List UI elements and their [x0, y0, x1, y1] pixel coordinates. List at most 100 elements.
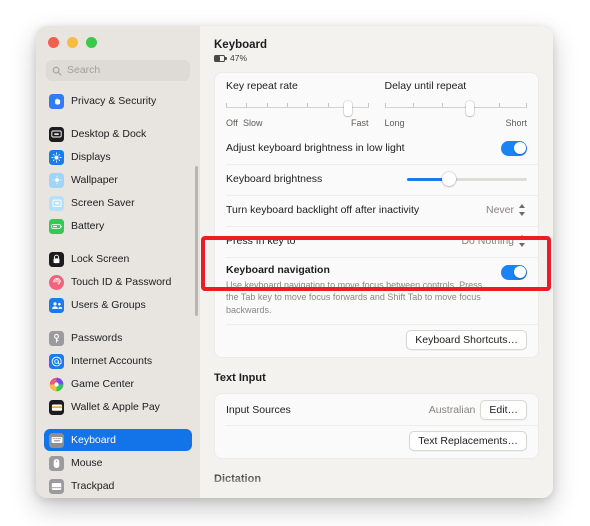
hand-raised-icon: [49, 93, 64, 109]
content-bottom-fade: [200, 472, 553, 498]
trackpad-icon: [49, 478, 64, 494]
key-repeat-rate-slider[interactable]: [226, 100, 369, 116]
keyboard-shortcuts-button[interactable]: Keyboard Shortcuts…: [406, 330, 527, 351]
input-sources-row: Input Sources Australian Edit…: [215, 394, 538, 425]
sidebar-divider: [44, 419, 192, 429]
sidebar-item-screen-saver[interactable]: Screen Saver: [44, 192, 192, 214]
sidebar-item-label: Wallet & Apple Pay: [71, 400, 160, 413]
zoom-button[interactable]: [86, 37, 97, 48]
delay-until-repeat-thumb[interactable]: [466, 100, 474, 116]
screenshot-root: Search Privacy & Security Desktop & Dock…: [0, 0, 590, 526]
content-pane: Keyboard 47% Key repeat rate Off Slow Fa…: [200, 26, 553, 498]
wallpaper-icon: [49, 172, 64, 188]
sidebar-item-keyboard[interactable]: Keyboard: [44, 429, 192, 451]
sidebar-item-game-center[interactable]: Game Center: [44, 373, 192, 395]
sidebar-item-label: Passwords: [71, 331, 123, 344]
sidebar-item-lock-screen[interactable]: Lock Screen: [44, 248, 192, 270]
sidebar-divider: [44, 238, 192, 248]
press-fn-value: Do Nothing: [461, 235, 514, 248]
text-input-card: Input Sources Australian Edit… Text Repl…: [214, 393, 539, 460]
keyboard-navigation-toggle[interactable]: [501, 264, 527, 280]
key-icon: [49, 330, 64, 346]
keyboard-shortcuts-row: Keyboard Shortcuts…: [215, 324, 538, 357]
adjust-brightness-row: Adjust keyboard brightness in low light: [215, 133, 538, 164]
at-sign-icon: [49, 353, 64, 369]
press-fn-stepper[interactable]: [519, 234, 527, 248]
sidebar-group-input-devices: Keyboard Mouse Trackpad: [44, 429, 192, 498]
minimize-button[interactable]: [67, 37, 78, 48]
text-replacements-button[interactable]: Text Replacements…: [409, 431, 527, 452]
keyboard-settings-card: Key repeat rate Off Slow Fast Delay unti…: [214, 71, 539, 359]
sidebar-item-label: Desktop & Dock: [71, 127, 147, 140]
mouse-icon: [49, 455, 64, 471]
sidebar-item-battery[interactable]: Battery: [44, 215, 192, 237]
keyboard-brightness-row: Keyboard brightness: [215, 163, 538, 195]
sidebar-item-trackpad[interactable]: Trackpad: [44, 475, 192, 497]
close-button[interactable]: [48, 37, 59, 48]
search-input[interactable]: Search: [46, 60, 190, 81]
delay-until-repeat-slider[interactable]: [384, 100, 527, 116]
system-settings-window: Search Privacy & Security Desktop & Dock…: [36, 26, 553, 498]
sidebar-item-internet-accounts[interactable]: Internet Accounts: [44, 350, 192, 372]
keyboard-brightness-label: Keyboard brightness: [226, 173, 323, 186]
keyboard-navigation-row: Keyboard navigation Use keyboard navigat…: [215, 256, 538, 324]
delay-until-repeat-labels: Long Short: [385, 118, 528, 129]
sidebar-item-users-groups[interactable]: Users & Groups: [44, 294, 192, 316]
sidebar-item-label: Game Center: [71, 377, 135, 390]
sidebar-item-touch-id[interactable]: Touch ID & Password: [44, 271, 192, 293]
battery-percent: 47%: [230, 53, 248, 64]
display-brightness-icon: [49, 149, 64, 165]
sidebar-item-wallet-apple-pay[interactable]: Wallet & Apple Pay: [44, 396, 192, 418]
edit-input-sources-button[interactable]: Edit…: [480, 399, 527, 420]
keyboard-brightness-slider[interactable]: [407, 172, 527, 187]
key-repeat-off-label: Off: [226, 117, 238, 128]
sidebar-item-label: Displays: [71, 150, 111, 163]
input-sources-label: Input Sources: [226, 403, 291, 416]
sidebar-item-displays[interactable]: Displays: [44, 146, 192, 168]
adjust-brightness-label: Adjust keyboard brightness in low light: [226, 142, 405, 155]
keyboard-icon: [49, 432, 64, 448]
adjust-brightness-toggle[interactable]: [501, 140, 527, 156]
keyboard-battery-status: 47%: [214, 54, 539, 63]
sidebar-divider: [44, 113, 192, 123]
sidebar-item-desktop-dock[interactable]: Desktop & Dock: [44, 123, 192, 145]
backlight-off-stepper[interactable]: [519, 203, 527, 217]
page-title: Keyboard: [214, 39, 268, 51]
fingerprint-icon: [49, 274, 64, 290]
backlight-off-value: Never: [485, 204, 514, 217]
sidebar-item-mouse[interactable]: Mouse: [44, 452, 192, 474]
key-repeat-rate-title: Key repeat rate: [226, 79, 298, 92]
lock-screen-icon: [49, 251, 64, 267]
key-repeat-slow-label: Slow: [243, 117, 263, 128]
press-fn-row: Press fn key to Do Nothing: [215, 225, 538, 257]
key-repeat-rate-labels: Off Slow Fast: [226, 118, 369, 129]
sidebar-item-label: Trackpad: [71, 479, 115, 492]
sidebar-item-privacy-security[interactable]: Privacy & Security: [44, 90, 192, 112]
backlight-off-label: Turn keyboard backlight off after inacti…: [226, 204, 420, 217]
text-replacements-row: Text Replacements…: [215, 425, 538, 458]
repeat-sliders-row: Key repeat rate Off Slow Fast Delay unti…: [215, 73, 538, 133]
text-input-section-title: Text Input: [214, 372, 266, 385]
sidebar-group-security: Lock Screen Touch ID & Password Users & …: [44, 248, 192, 316]
sidebar-item-label: Privacy & Security: [71, 94, 157, 107]
users-icon: [49, 297, 64, 313]
delay-until-repeat-group: Delay until repeat Long Short: [384, 80, 528, 129]
sidebar-item-label: Screen Saver: [71, 196, 135, 209]
keyboard-brightness-thumb[interactable]: [442, 172, 456, 187]
sidebar-divider: [44, 317, 192, 327]
sidebar-scrollbar[interactable]: [195, 166, 198, 316]
sidebar-item-label: Keyboard: [71, 433, 116, 446]
sidebar-item-label: Users & Groups: [71, 298, 146, 311]
sidebar-item-passwords[interactable]: Passwords: [44, 327, 192, 349]
keyboard-navigation-title: Keyboard navigation: [226, 263, 330, 276]
input-sources-value: Australian: [428, 403, 476, 416]
sidebar-item-label: Mouse: [71, 456, 103, 469]
game-center-icon: [49, 376, 64, 392]
sidebar-item-label: Internet Accounts: [71, 354, 153, 367]
sidebar-item-label: Wallpaper: [71, 173, 118, 186]
sidebar-group-appearance: Desktop & Dock Displays Wallpaper Screen…: [44, 123, 192, 237]
sidebar-item-wallpaper[interactable]: Wallpaper: [44, 169, 192, 191]
key-repeat-rate-thumb[interactable]: [344, 100, 353, 116]
key-repeat-fast-label: Fast: [350, 117, 369, 128]
sidebar: Search Privacy & Security Desktop & Dock…: [36, 26, 200, 498]
